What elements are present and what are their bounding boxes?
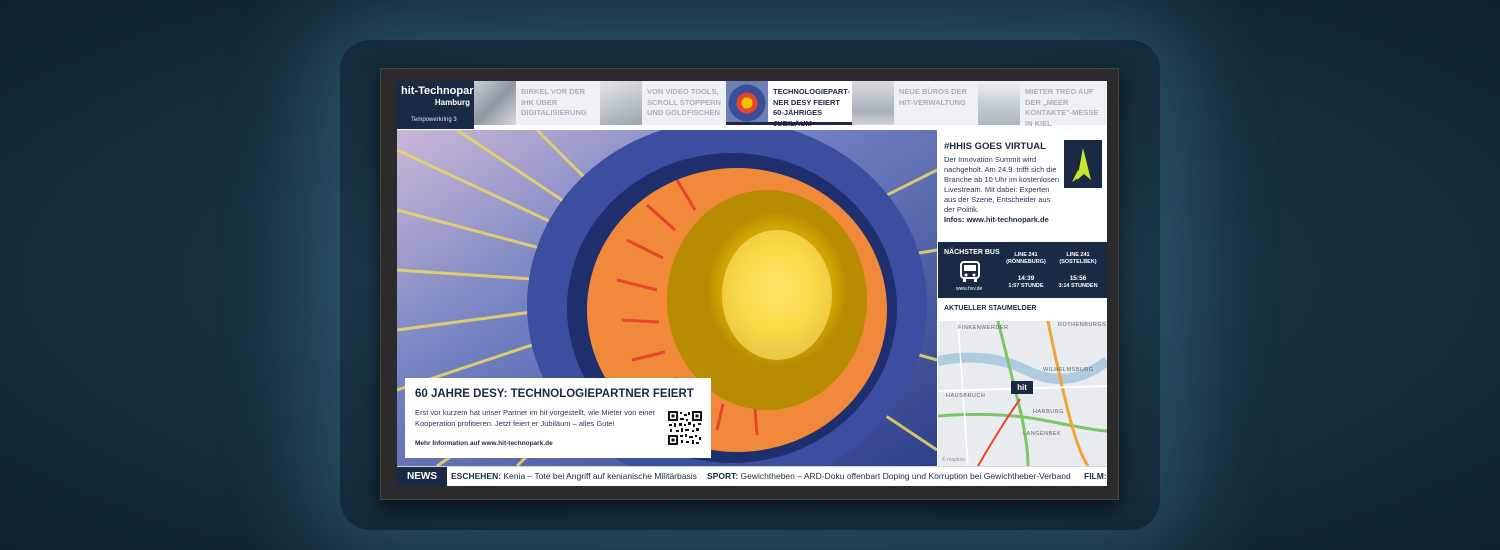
brand-block[interactable]: hit-Technopark Hamburg Tempowerkring 3 (397, 81, 480, 129)
bus-wait: 3:14 STUNDEN (1058, 283, 1098, 289)
promo-info-label: Infos: (944, 215, 965, 224)
ticker-text: Kenia – Tote bei Angriff auf kenianische… (503, 471, 697, 481)
map-label: ROTHENBURGS (1058, 322, 1107, 328)
hero-link[interactable]: Mehr Information auf www.hit-technopark.… (415, 440, 553, 447)
map-label: WILHELMSBURG (1043, 367, 1094, 373)
rocket-logo-icon (1064, 140, 1102, 188)
brand-title: hit-Technopark (401, 85, 480, 97)
bus-line: LINE 241 (RÖNNEBURG) 14:39 1:57 STUNDE (996, 252, 1056, 290)
ticker-item: ESCHEHEN: Kenia – Tote bei Angriff auf k… (451, 471, 697, 481)
traffic-map-title: AKTUELLER STAUMELDER (944, 305, 1037, 312)
bus-departure-time: 14:39 (1017, 275, 1035, 282)
bus-line: LINE 241 (SOSTELBEK) 15:56 3:14 STUNDEN (1048, 252, 1107, 290)
ticker-item: SPORT: Gewichtheben – ARD-Doku offenbart… (707, 471, 1071, 481)
sidebar: #HHIS GOES VIRTUAL Der Innovation Summit… (938, 130, 1107, 466)
qr-code-icon[interactable] (667, 410, 703, 446)
brand-address: Tempowerkring 3 (411, 117, 457, 123)
hero-title: 60 JAHRE DESY: TECHNOLOGIEPARTNER FEIERT (415, 388, 694, 400)
tab-label: NEUE BÜROS DER HIT-VERWALTUNG (899, 87, 967, 107)
bus-wait: 1:57 STUNDE (1008, 283, 1044, 289)
bus-line-dest: (SOSTELBEK) (1059, 259, 1097, 265)
hero-image: 60 JAHRE DESY: TECHNOLOGIEPARTNER FEIERT… (397, 130, 937, 466)
bus-panel: NÄCHSTER BUS www.hvv.de LINE 241 (RÖNNEB… (938, 242, 1107, 298)
tab-thumbnail (726, 81, 768, 125)
bus-line-name: LINE 241 (1014, 252, 1038, 258)
tab-label: MIETER TREO AUF DER „MEER KONTAKTE"-MESS… (1025, 87, 1099, 128)
map-label: HARBURG (1033, 409, 1065, 415)
display-screen: hit-Technopark Hamburg Tempowerkring 3 B… (397, 81, 1107, 486)
traffic-map[interactable]: FINKENWERDER ROTHENBURGS WILHELMSBURG HA… (938, 321, 1107, 466)
tab-thumbnail (474, 81, 516, 125)
display-frame: hit-Technopark Hamburg Tempowerkring 3 B… (380, 68, 1119, 500)
bus-line-dest: (RÖNNEBURG) (1006, 259, 1046, 265)
map-label: FINKENWERDER (958, 325, 1009, 331)
news-badge: NEWS (397, 467, 447, 486)
news-tab[interactable]: NEUE BÜROS DER HIT-VERWALTUNG (852, 81, 978, 125)
bus-departure-time: 15:56 (1069, 275, 1087, 282)
news-tab[interactable]: MIETER TREO AUF DER „MEER KONTAKTE"-MESS… (978, 81, 1107, 128)
news-tab[interactable]: BIRKEL VOR DER IHK ÜBER DIGITALISIERUNG (474, 81, 600, 125)
bus-line-name: LINE 241 (1066, 252, 1090, 258)
hero-body: Erst vor kurzem hat unser Partner im hit… (415, 408, 656, 428)
map-attribution: © mapbox (942, 457, 965, 463)
ticker-item: FILM: (1084, 471, 1107, 481)
ticker-label: ESCHEHEN: (451, 471, 502, 481)
tab-active-indicator (726, 122, 852, 125)
news-ticker: NEWS ESCHEHEN: Kenia – Tote bei Angriff … (397, 466, 1107, 486)
brand-city: Hamburg (434, 98, 470, 107)
bus-icon (960, 261, 980, 282)
promo-info-link[interactable]: www.hit-technopark.de (967, 215, 1049, 224)
promo-body: Der Innovation Summit wird nachgeholt. A… (944, 155, 1060, 225)
tab-thumbnail (600, 81, 642, 125)
tab-thumbnail (852, 81, 894, 125)
tab-thumbnail (978, 81, 1020, 125)
tab-label: BIRKEL VOR DER IHK ÜBER DIGITALISIERUNG (521, 87, 587, 117)
hero-caption[interactable]: 60 JAHRE DESY: TECHNOLOGIEPARTNER FEIERT… (405, 378, 711, 458)
ticker-label: FILM: (1084, 471, 1107, 481)
promo-text: Der Innovation Summit wird nachgeholt. A… (944, 155, 1060, 214)
ticker-text: Gewichtheben – ARD-Doku offenbart Doping… (740, 471, 1071, 481)
map-label: LANGENBEK (1023, 431, 1062, 437)
promo-title: #HHIS GOES VIRTUAL (944, 141, 1046, 152)
bus-source: www.hvv.de (956, 286, 983, 292)
news-tab[interactable]: VON VIDEO TOOLS, SCROLL STOPPERN UND GOL… (600, 81, 726, 125)
news-tab-active[interactable]: TECHNOLOGIEPART-NER DESY FEIERT 60-JÄHRI… (726, 81, 852, 128)
tab-label: VON VIDEO TOOLS, SCROLL STOPPERN UND GOL… (647, 87, 721, 117)
map-label: HAUSBRUCH (946, 393, 986, 399)
ticker-label: SPORT: (707, 471, 739, 481)
bus-title: NÄCHSTER BUS (944, 249, 1000, 256)
map-location-marker[interactable]: hit (1011, 381, 1033, 394)
